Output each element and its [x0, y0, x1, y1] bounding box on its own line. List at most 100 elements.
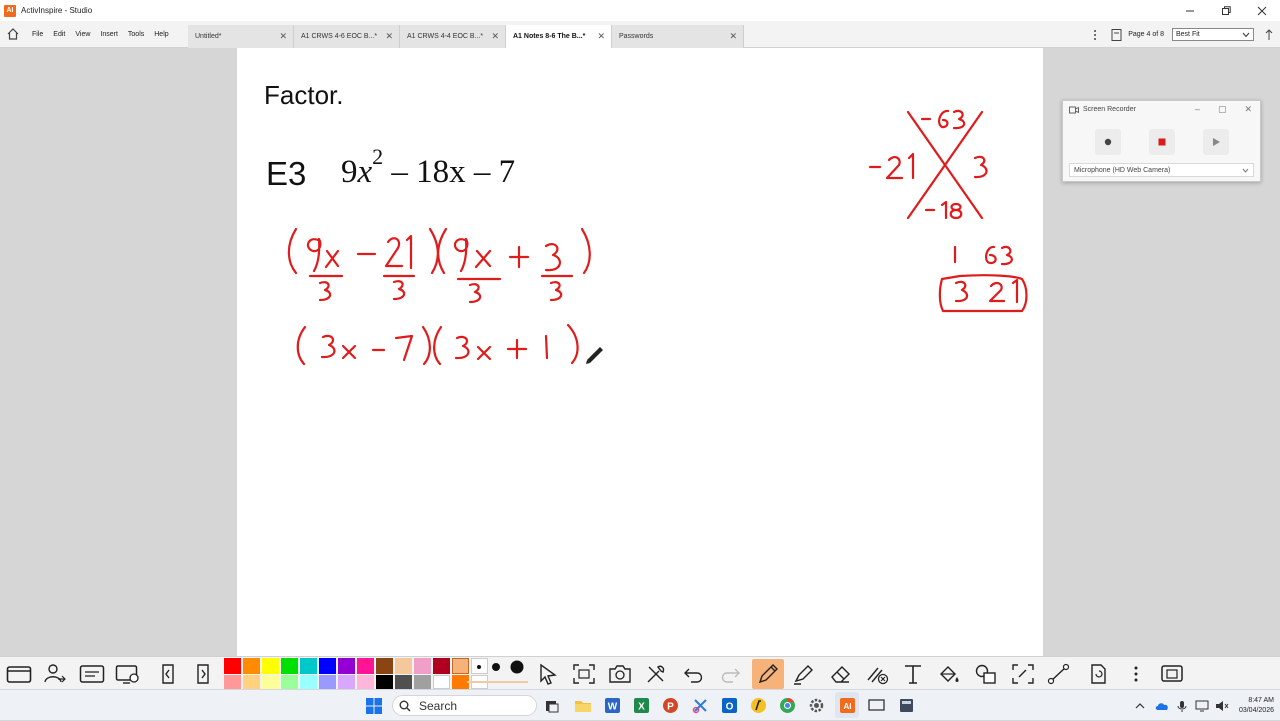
folder-icon: [575, 701, 591, 712]
ink-plus: [508, 245, 530, 269]
connector-tool-button[interactable]: [1046, 662, 1072, 686]
main-menu-button[interactable]: [6, 662, 32, 686]
ink-x: [324, 249, 340, 269]
text-icon: [905, 665, 921, 684]
start-button[interactable]: [366, 698, 382, 719]
taskbar-app-yellow[interactable]: [750, 697, 767, 719]
color-swatch[interactable]: [433, 675, 450, 689]
color-swatch[interactable]: [414, 675, 431, 689]
color-swatch[interactable]: [281, 658, 298, 674]
stop-button[interactable]: [1148, 129, 1175, 155]
taskbar-outlook[interactable]: O: [721, 697, 738, 719]
browsers-button[interactable]: [79, 662, 105, 686]
color-swatch[interactable]: [224, 675, 241, 689]
clear-button[interactable]: [864, 662, 890, 686]
select-tool-button[interactable]: [535, 662, 561, 686]
color-swatch[interactable]: [376, 675, 393, 689]
recorder-minimize-icon[interactable]: –: [1195, 104, 1200, 115]
page-reset-icon: [1091, 664, 1106, 684]
color-swatch[interactable]: [300, 658, 317, 674]
record-button[interactable]: [1094, 129, 1121, 155]
speaker-muted-icon[interactable]: [1215, 700, 1229, 712]
recorder-maximize-icon[interactable]: ▢: [1218, 104, 1227, 115]
pen-width-large-icon[interactable]: [510, 660, 524, 674]
color-swatch[interactable]: [433, 658, 450, 674]
svg-text:W: W: [608, 702, 618, 713]
previous-page-button[interactable]: [155, 662, 181, 686]
taskbar-app-monitor[interactable]: [868, 698, 885, 718]
windows-taskbar: Search W X P O AI 8:47 AM 03/04/2026: [0, 689, 1280, 720]
redo-button[interactable]: [717, 662, 743, 686]
color-swatch[interactable]: [319, 675, 336, 689]
taskbar-settings[interactable]: [808, 697, 825, 719]
color-swatch[interactable]: [357, 675, 374, 689]
page-reset-button[interactable]: [1085, 662, 1111, 686]
color-swatch[interactable]: [395, 658, 412, 674]
screen-recorder-panel[interactable]: Screen Recorder – ▢ ✕ Microphone (HD Web…: [1062, 100, 1261, 182]
color-swatch[interactable]: [243, 658, 260, 674]
magic-ink-button[interactable]: [1010, 662, 1036, 686]
pen-width-slider-track[interactable]: [458, 681, 528, 683]
screen-capture-button[interactable]: [571, 662, 597, 686]
color-swatch[interactable]: [300, 675, 317, 689]
taskbar-activinspire[interactable]: AI: [835, 692, 859, 718]
eraser-button[interactable]: [827, 662, 853, 686]
taskbar-app-calculator[interactable]: [898, 697, 915, 719]
chevron-up-icon[interactable]: [1135, 702, 1145, 710]
color-swatch[interactable]: [338, 658, 355, 674]
dual-user-button[interactable]: [1160, 662, 1186, 686]
taskbar-excel[interactable]: X: [633, 697, 650, 719]
taskbar-snipping-tool[interactable]: [692, 697, 709, 719]
chevron-down-icon: [1242, 168, 1249, 173]
microphone-selected-value: Microphone (HD Web Camera): [1074, 166, 1171, 174]
color-swatch[interactable]: [452, 658, 469, 674]
next-page-button[interactable]: [190, 662, 216, 686]
color-swatch[interactable]: [262, 675, 279, 689]
toolbar-more-button[interactable]: [1123, 662, 1149, 686]
dual-screen-icon: [1161, 665, 1183, 682]
color-swatch[interactable]: [338, 675, 355, 689]
taskbar-word[interactable]: W: [604, 697, 621, 719]
pen-width-small-icon[interactable]: [476, 664, 482, 670]
color-swatch[interactable]: [395, 675, 412, 689]
video-camera-icon: [1069, 106, 1079, 113]
network-icon[interactable]: [1195, 700, 1209, 712]
taskbar-file-explorer[interactable]: [574, 698, 592, 718]
excel-icon: X: [634, 698, 649, 713]
switch-profile-button[interactable]: [42, 662, 68, 686]
task-view-button[interactable]: [545, 699, 559, 718]
page-browser-button[interactable]: [115, 662, 141, 686]
text-tool-button[interactable]: [900, 662, 926, 686]
undo-button[interactable]: [681, 662, 707, 686]
camera-button[interactable]: [607, 662, 633, 686]
color-swatch[interactable]: [357, 658, 374, 674]
taskbar-chrome[interactable]: [779, 697, 796, 719]
play-button[interactable]: [1202, 129, 1229, 155]
activinspire-icon: AI: [839, 697, 855, 713]
taskbar-powerpoint[interactable]: P: [662, 697, 679, 719]
cloud-icon[interactable]: [1155, 701, 1169, 711]
tools-button[interactable]: [643, 662, 669, 686]
ink-3: [544, 243, 561, 272]
highlighter-button[interactable]: [790, 662, 816, 686]
pen-tool-button[interactable]: [752, 659, 784, 689]
color-swatch[interactable]: [376, 658, 393, 674]
pen-width-slider-handle[interactable]: [457, 677, 467, 687]
ink-box: [938, 274, 1028, 313]
taskbar-search[interactable]: Search: [392, 695, 537, 716]
sticky-app-icon: [751, 698, 766, 713]
color-swatch[interactable]: [414, 658, 431, 674]
pen-width-medium-icon[interactable]: [491, 662, 501, 672]
color-swatch[interactable]: [319, 658, 336, 674]
microphone-icon[interactable]: [1177, 700, 1187, 712]
color-swatch[interactable]: [281, 675, 298, 689]
fill-tool-button[interactable]: [936, 662, 962, 686]
shape-tool-button[interactable]: [973, 662, 999, 686]
color-swatch[interactable]: [243, 675, 260, 689]
clock[interactable]: 8:47 AM 03/04/2026: [1239, 696, 1274, 716]
microphone-select[interactable]: Microphone (HD Web Camera): [1069, 163, 1254, 177]
color-swatch[interactable]: [224, 658, 241, 674]
color-swatch[interactable]: [262, 658, 279, 674]
svg-text:P: P: [667, 702, 674, 713]
recorder-close-icon[interactable]: ✕: [1244, 104, 1252, 115]
